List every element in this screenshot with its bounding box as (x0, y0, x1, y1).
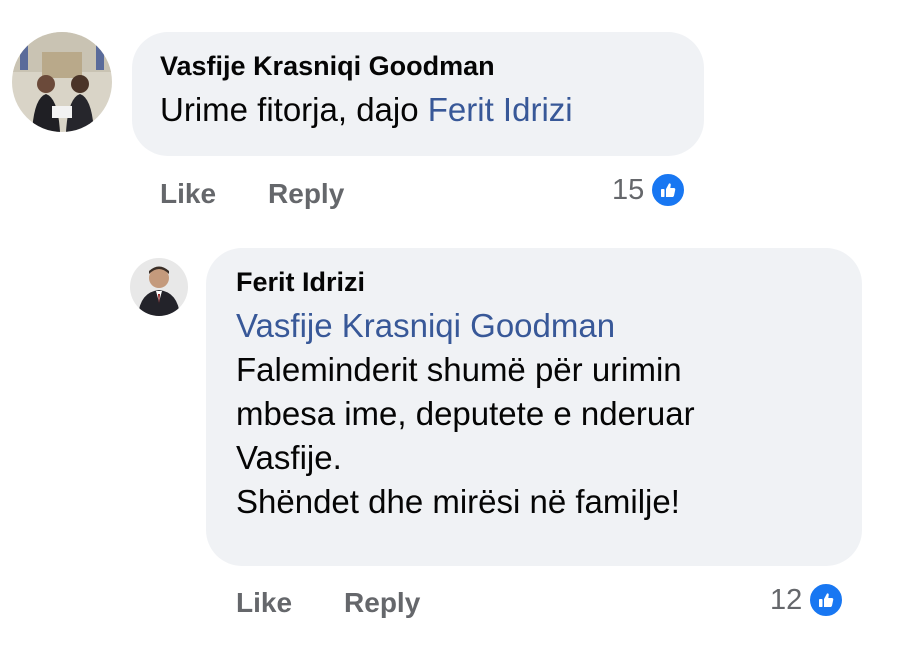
reply-button[interactable]: Reply (344, 587, 420, 619)
reaction-summary[interactable]: 12 (770, 580, 845, 620)
comment-actions: Like Reply (160, 174, 396, 214)
reaction-count: 15 (612, 173, 645, 206)
reply-text-line: Vasfije. (236, 439, 342, 476)
like-icon (808, 582, 845, 618)
reply-avatar[interactable] (130, 258, 188, 316)
comment-text-body: Urime fitorja, dajo (160, 91, 428, 128)
profile-photo-icon (12, 32, 112, 132)
reply-author[interactable]: Ferit Idrizi (236, 266, 834, 298)
comment-thread: Vasfije Krasniqi Goodman Urime fitorja, … (0, 0, 900, 670)
reply-text-line: Shëndet dhe mirësi në familje! (236, 483, 680, 520)
reply-actions: Like Reply (236, 583, 472, 623)
mention-link[interactable]: Ferit Idrizi (428, 91, 573, 128)
mention-link[interactable]: Vasfije Krasniqi Goodman (236, 304, 834, 348)
like-button[interactable]: Like (160, 178, 216, 210)
comment-bubble: Vasfije Krasniqi Goodman Urime fitorja, … (132, 32, 704, 156)
comment-author[interactable]: Vasfije Krasniqi Goodman (160, 50, 676, 82)
reply-button[interactable]: Reply (268, 178, 344, 210)
reaction-count: 12 (770, 583, 803, 616)
like-button[interactable]: Like (236, 587, 292, 619)
avatar[interactable] (12, 32, 112, 132)
like-icon (650, 172, 687, 208)
reply-text-line: mbesa ime, deputete e nderuar (236, 395, 695, 432)
profile-photo-icon (130, 258, 188, 316)
reply-bubble: Ferit Idrizi Vasfije Krasniqi Goodman Fa… (206, 248, 862, 566)
comment-text: Urime fitorja, dajo Ferit Idrizi (160, 88, 676, 132)
reply-text: Vasfije Krasniqi Goodman Faleminderit sh… (236, 304, 834, 524)
reply-text-line: Faleminderit shumë për urimin (236, 351, 682, 388)
reaction-summary[interactable]: 15 (612, 170, 687, 210)
